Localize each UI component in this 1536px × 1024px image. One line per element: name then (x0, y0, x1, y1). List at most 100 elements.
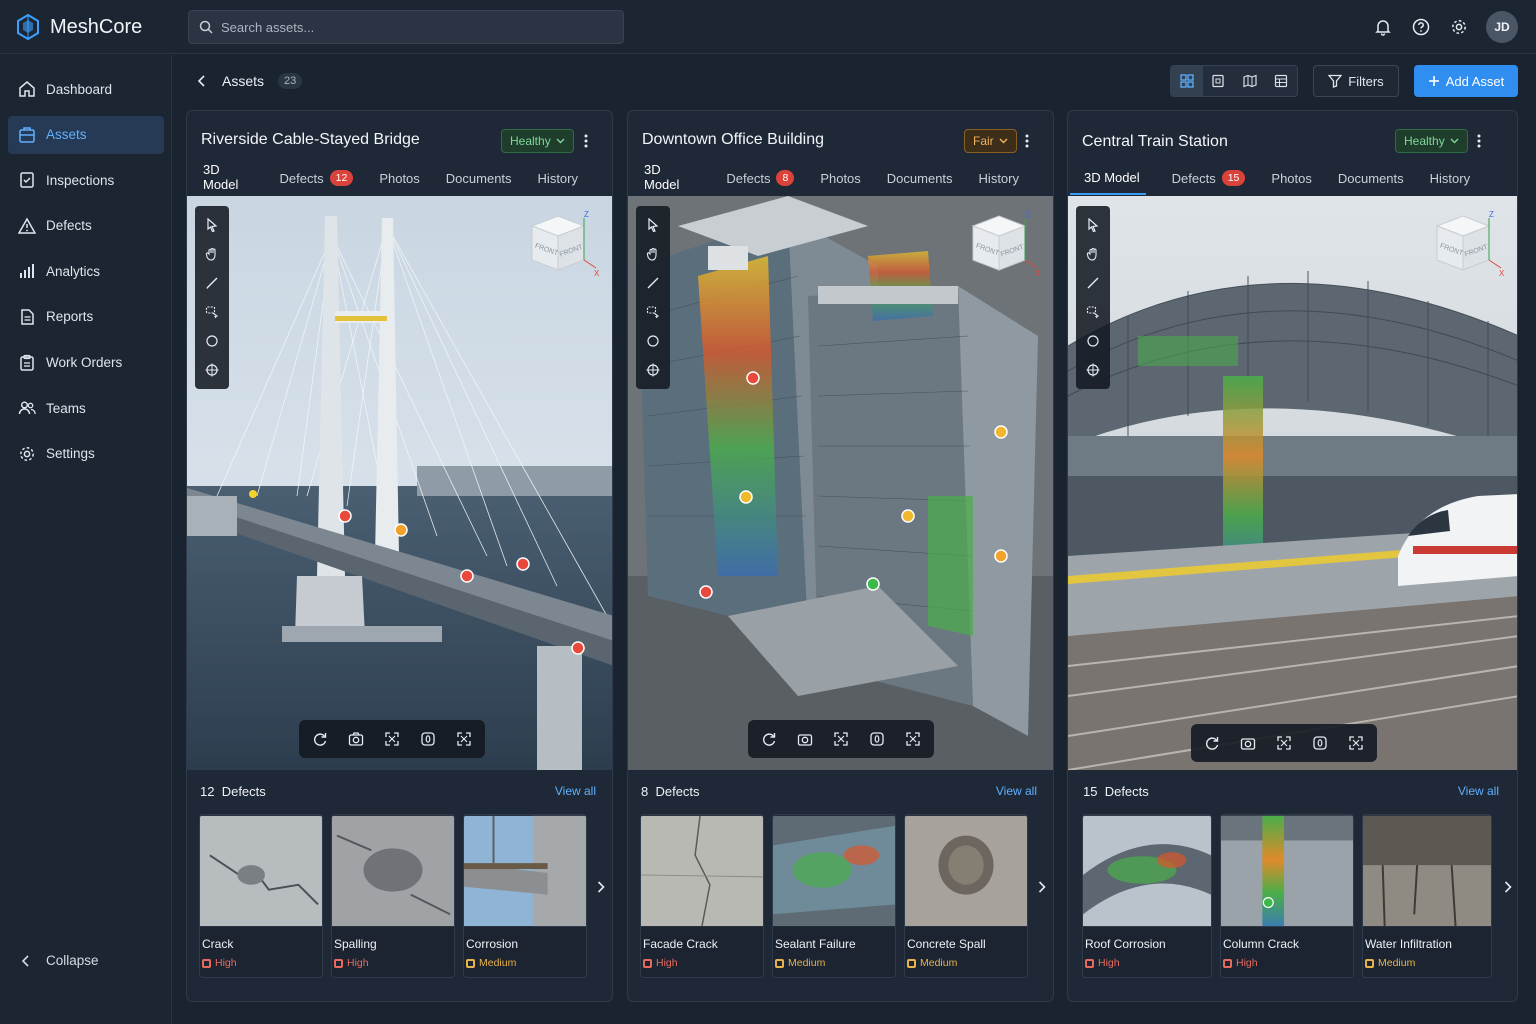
select-cursor-icon[interactable] (640, 210, 666, 239)
tab-3d-model[interactable]: 3D Model (1070, 170, 1146, 195)
view-all-link[interactable]: View all (555, 784, 596, 798)
tab-defects[interactable]: Defects 12 (280, 170, 354, 194)
gear-icon[interactable] (1448, 16, 1470, 38)
3d-viewer[interactable]: FRONT FRONT Z X (628, 196, 1053, 770)
asset-title[interactable]: Central Train Station (1082, 133, 1228, 151)
status-dropdown[interactable]: Fair (964, 129, 1017, 153)
avatar[interactable]: JD (1486, 11, 1518, 43)
navigation-cube[interactable]: FRONT FRONT Z X (965, 208, 1043, 278)
more-options-icon[interactable] (1019, 133, 1035, 149)
area-select-icon[interactable] (1080, 297, 1106, 326)
target-add-icon[interactable] (1080, 355, 1106, 384)
orbit-icon[interactable] (1309, 732, 1331, 754)
lasso-icon[interactable] (640, 326, 666, 355)
orbit-icon[interactable] (417, 728, 439, 750)
measure-ruler-icon[interactable] (1080, 268, 1106, 297)
collapse-button[interactable]: Collapse (20, 953, 99, 968)
sidebar-item-analytics[interactable]: Analytics (8, 252, 164, 290)
defect-card[interactable]: Spalling High (331, 814, 455, 978)
asset-title[interactable]: Riverside Cable-Stayed Bridge (201, 131, 420, 149)
view-all-link[interactable]: View all (1458, 784, 1499, 798)
tab-photos[interactable]: Photos (1271, 171, 1311, 194)
add-asset-button[interactable]: Add Asset (1414, 65, 1518, 97)
fit-view-icon[interactable] (381, 728, 403, 750)
tab-history[interactable]: History (538, 171, 578, 194)
search-input[interactable] (221, 19, 601, 35)
tab-photos[interactable]: Photos (820, 171, 860, 194)
building-3d-model[interactable] (628, 196, 1053, 770)
defect-card[interactable]: Sealant Failure Medium (772, 814, 896, 978)
navigation-cube[interactable]: FRONT FRONT Z X (1429, 208, 1507, 278)
defect-card[interactable]: Concrete Spall Medium (904, 814, 1028, 978)
status-dropdown[interactable]: Healthy (501, 129, 574, 153)
pan-hand-icon[interactable] (640, 239, 666, 268)
defect-card[interactable]: Facade Crack High (640, 814, 764, 978)
orbit-icon[interactable] (866, 728, 888, 750)
more-options-icon[interactable] (1471, 133, 1487, 149)
defect-card[interactable]: Roof Corrosion High (1082, 814, 1212, 978)
fit-view-icon[interactable] (830, 728, 852, 750)
tab-documents[interactable]: Documents (446, 171, 512, 194)
defect-card[interactable]: Column Crack High (1220, 814, 1354, 978)
defect-card[interactable]: Corrosion Medium (463, 814, 587, 978)
back-arrow-icon[interactable] (196, 74, 208, 88)
search-bar[interactable] (188, 10, 624, 44)
target-add-icon[interactable] (199, 355, 225, 384)
sidebar-item-defects[interactable]: Defects (8, 207, 164, 245)
chevron-right-icon[interactable] (1502, 879, 1514, 895)
select-cursor-icon[interactable] (1080, 210, 1106, 239)
area-select-icon[interactable] (199, 297, 225, 326)
station-3d-model[interactable] (1068, 196, 1517, 770)
target-add-icon[interactable] (640, 355, 666, 384)
camera-icon[interactable] (1237, 732, 1259, 754)
bell-icon[interactable] (1372, 16, 1394, 38)
help-icon[interactable] (1410, 16, 1432, 38)
sidebar-item-assets[interactable]: Assets (8, 115, 164, 154)
fullscreen-icon[interactable] (453, 728, 475, 750)
tab-documents[interactable]: Documents (1338, 171, 1404, 194)
lasso-icon[interactable] (199, 326, 225, 355)
measure-ruler-icon[interactable] (199, 268, 225, 297)
rotate-icon[interactable] (758, 728, 780, 750)
single-view-icon[interactable] (1203, 66, 1235, 96)
camera-icon[interactable] (794, 728, 816, 750)
grid-view-icon[interactable] (1171, 66, 1203, 96)
select-cursor-icon[interactable] (199, 210, 225, 239)
app-logo[interactable]: MeshCore (16, 14, 142, 40)
table-view-icon[interactable] (1266, 66, 1298, 96)
tab-history[interactable]: History (1430, 171, 1470, 194)
sidebar-item-dashboard[interactable]: Dashboard (8, 70, 164, 108)
tab-history[interactable]: History (979, 171, 1019, 194)
area-select-icon[interactable] (640, 297, 666, 326)
sidebar-item-work-orders[interactable]: Work Orders (8, 344, 164, 382)
3d-viewer[interactable]: FRONT FRONT Z X (187, 196, 612, 770)
sidebar-item-settings[interactable]: Settings (8, 435, 164, 473)
lasso-icon[interactable] (1080, 326, 1106, 355)
rotate-icon[interactable] (1201, 732, 1223, 754)
sidebar-item-reports[interactable]: Reports (8, 298, 164, 336)
pan-hand-icon[interactable] (199, 239, 225, 268)
filters-button[interactable]: Filters (1313, 65, 1399, 97)
chevron-right-icon[interactable] (1036, 879, 1048, 895)
bridge-3d-model[interactable] (187, 196, 612, 770)
fit-view-icon[interactable] (1273, 732, 1295, 754)
sidebar-item-teams[interactable]: Teams (8, 389, 164, 427)
pan-hand-icon[interactable] (1080, 239, 1106, 268)
measure-ruler-icon[interactable] (640, 268, 666, 297)
fullscreen-icon[interactable] (1345, 732, 1367, 754)
navigation-cube[interactable]: FRONT FRONT Z X (524, 208, 602, 278)
3d-viewer[interactable]: FRONT FRONT Z X (1068, 196, 1517, 770)
view-all-link[interactable]: View all (996, 784, 1037, 798)
map-view-icon[interactable] (1234, 66, 1266, 96)
chevron-right-icon[interactable] (595, 879, 607, 895)
sidebar-item-inspections[interactable]: Inspections (8, 161, 164, 199)
camera-icon[interactable] (345, 728, 367, 750)
tab-defects[interactable]: Defects 8 (726, 170, 795, 194)
tab-photos[interactable]: Photos (379, 171, 419, 194)
tab-defects[interactable]: Defects 15 (1172, 170, 1246, 194)
rotate-icon[interactable] (309, 728, 331, 750)
asset-title[interactable]: Downtown Office Building (642, 131, 824, 149)
defect-card[interactable]: Crack High (199, 814, 323, 978)
fullscreen-icon[interactable] (902, 728, 924, 750)
more-options-icon[interactable] (578, 133, 594, 149)
